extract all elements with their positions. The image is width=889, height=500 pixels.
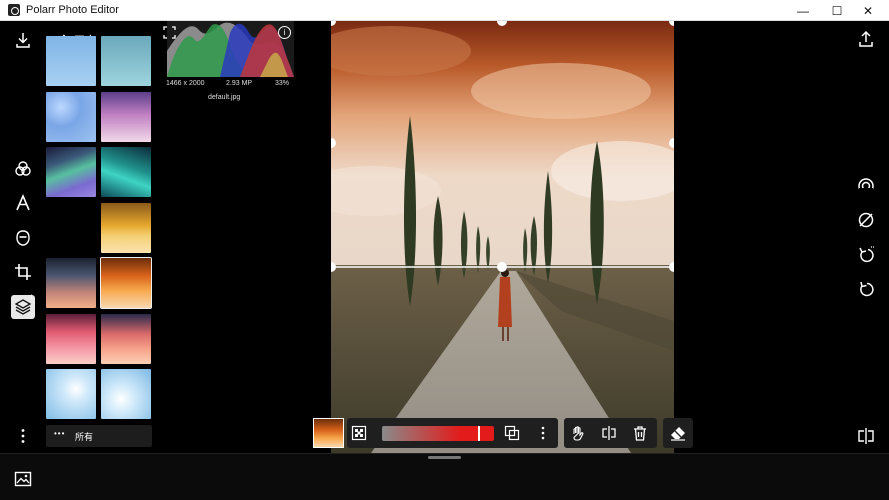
- adjust-icon[interactable]: [855, 175, 877, 197]
- blend-mode-icon[interactable]: [502, 423, 522, 443]
- current-sky-thumbnail[interactable]: [313, 418, 344, 448]
- maximize-button[interactable]: ☐: [822, 0, 852, 21]
- info-icon[interactable]: i: [278, 26, 291, 39]
- layers-count-badge: 1: [30, 295, 34, 301]
- redo-icon[interactable]: [855, 243, 877, 265]
- opacity-slider[interactable]: [382, 426, 494, 441]
- crop-handle-center[interactable]: [497, 262, 507, 272]
- more-vertical-icon[interactable]: [11, 424, 35, 448]
- sky-thumbnail[interactable]: [46, 92, 96, 142]
- sky-thumbnail-selected[interactable]: [100, 257, 152, 309]
- crop-handle-bottom-right[interactable]: [669, 262, 674, 272]
- all-skies-button[interactable]: ••• 所有: [46, 425, 152, 447]
- blend-toolbar: [347, 418, 558, 448]
- filters-icon[interactable]: [11, 157, 35, 181]
- more-dots-icon: •••: [54, 429, 66, 438]
- crop-handle-right[interactable]: [669, 138, 674, 148]
- text-icon[interactable]: [11, 191, 35, 215]
- zoom-level: 33%: [275, 80, 290, 87]
- more-options-icon[interactable]: [533, 423, 553, 443]
- close-button[interactable]: ✕: [853, 0, 883, 21]
- undo-icon[interactable]: [855, 278, 877, 300]
- sky-thumbnail[interactable]: [46, 369, 96, 419]
- opacity-slider-handle[interactable]: [478, 426, 480, 441]
- sky-thumbnail[interactable]: [101, 147, 151, 197]
- photo-canvas[interactable]: [331, 21, 674, 453]
- crop-icon[interactable]: [11, 260, 35, 284]
- flip-icon[interactable]: [599, 423, 619, 443]
- upload-icon[interactable]: [855, 28, 877, 50]
- image-megapixels: 2.93 MP: [226, 80, 253, 87]
- delete-icon[interactable]: [630, 423, 650, 443]
- image-icon[interactable]: [14, 470, 32, 488]
- sky-thumbnail[interactable]: [101, 92, 151, 142]
- compare-icon[interactable]: [855, 425, 877, 447]
- sky-thumbnail[interactable]: [46, 314, 96, 364]
- eraser-icon[interactable]: [668, 423, 688, 443]
- expand-icon[interactable]: [163, 26, 176, 39]
- sky-thumbnail[interactable]: [101, 369, 151, 419]
- transparency-icon[interactable]: [349, 423, 369, 443]
- sky-thumbnail[interactable]: [101, 36, 151, 86]
- transform-toolbar: [564, 418, 657, 448]
- window-title: Polarr Photo Editor: [26, 4, 119, 16]
- sky-thumbnail[interactable]: [46, 258, 96, 308]
- hide-icon[interactable]: [855, 209, 877, 231]
- sky-thumbnail[interactable]: [46, 147, 96, 197]
- all-skies-label: 所有: [75, 432, 94, 442]
- download-icon[interactable]: [11, 28, 35, 52]
- panel-drag-handle[interactable]: [428, 456, 461, 459]
- app-icon: [8, 4, 20, 16]
- image-dimensions: 1466 x 2000: [166, 80, 205, 87]
- photo: [331, 21, 674, 453]
- file-name: default.jpg: [208, 94, 241, 101]
- minimize-button[interactable]: —: [788, 0, 818, 21]
- sky-thumbnail[interactable]: [101, 314, 151, 364]
- title-bar: Polarr Photo Editor — ☐ ✕: [0, 0, 889, 21]
- bottom-bar: [0, 453, 889, 500]
- sky-thumbnail[interactable]: [101, 203, 151, 253]
- app-area: 天空 1 ••• 所有: [0, 21, 889, 500]
- eraser-toolbar: [663, 418, 693, 448]
- sky-presets-panel: ••• 所有: [40, 21, 158, 453]
- hand-icon[interactable]: [568, 423, 588, 443]
- histogram-panel: i 1466 x 2000 2.93 MP 33% default.jpg: [160, 21, 300, 101]
- sky-thumbnail[interactable]: [46, 36, 96, 86]
- face-icon[interactable]: [11, 226, 35, 250]
